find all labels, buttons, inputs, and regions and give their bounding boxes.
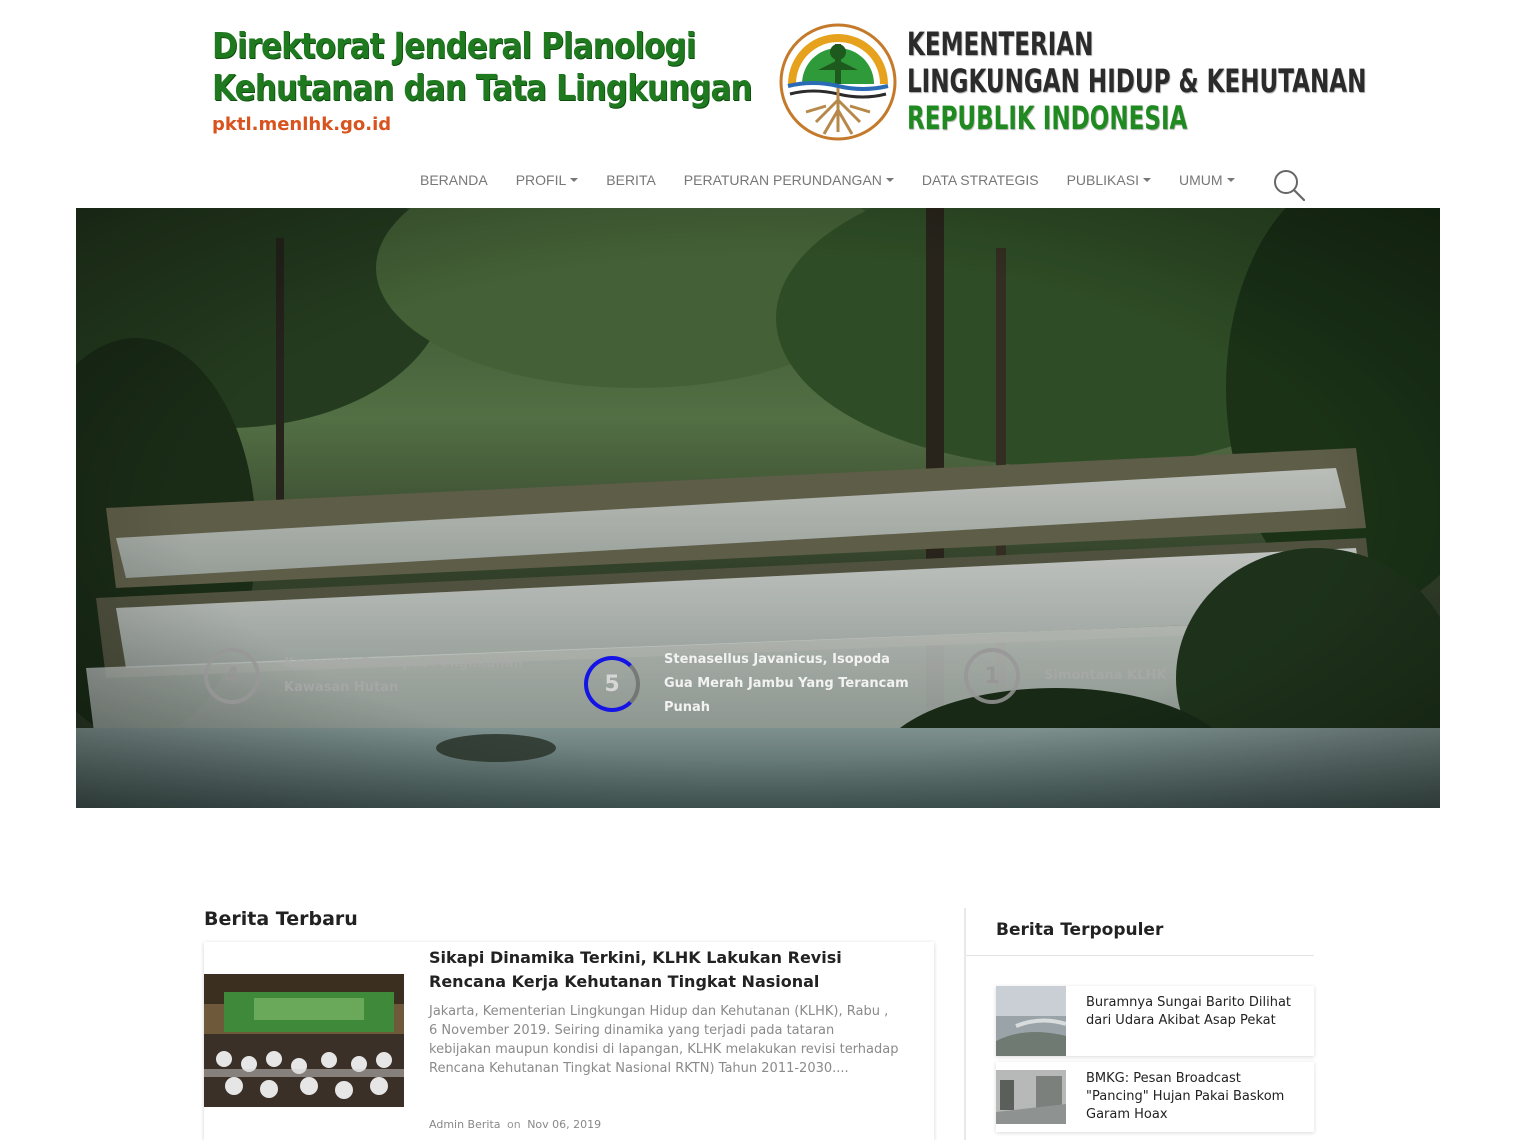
popular-item-title[interactable]: BMKG: Pesan Broadcast "Pancing" Hujan Pa…: [1086, 1070, 1301, 1124]
directorate-url: pktl.menlhk.go.id: [212, 114, 392, 135]
caret-down-icon: [1142, 178, 1151, 182]
hero-slider[interactable]: 4 Kemenlhk Percepat Pengukuhan Kawasan H…: [76, 208, 1440, 808]
nav-item-data-strategis[interactable]: DATA STRATEGIS: [908, 168, 1053, 192]
news-meta: Admin Berita on Nov 06, 2019: [429, 1118, 601, 1131]
nav-item-label: BERANDA: [420, 172, 488, 188]
news-excerpt: Jakarta, Kementerian Lingkungan Hidup da…: [429, 1004, 899, 1076]
slider-item-1[interactable]: 4 Kemenlhk Percepat Pengukuhan Kawasan H…: [204, 648, 534, 704]
latest-news-heading: Berita Terbaru: [204, 908, 358, 930]
directorate-logo[interactable]: Direktorat Jenderal Planologi Kehutanan …: [212, 26, 753, 135]
popular-divider: [966, 955, 1314, 956]
klhk-emblem-icon: [779, 23, 897, 141]
slider-item-3[interactable]: 1 Simontana KLHK: [964, 648, 1294, 704]
popular-news-heading: Berita Terpopuler: [996, 920, 1164, 940]
slide-title: Kemenlhk Percepat Pengukuhan Kawasan Hut…: [284, 656, 523, 695]
ministry-line3: REPUBLIK INDONESIA: [907, 99, 1188, 137]
slide-title: Simontana KLHK: [1044, 668, 1167, 683]
ministry-line1: KEMENTERIAN: [907, 25, 1094, 63]
popular-thumbnail-image[interactable]: [996, 1062, 1066, 1132]
search-icon[interactable]: [1272, 168, 1306, 202]
slide-number: 4: [204, 648, 260, 704]
nav-item-label: BERITA: [606, 172, 656, 188]
news-date: Nov 06, 2019: [527, 1118, 602, 1131]
popular-item[interactable]: Buramnya Sungai Barito Dilihat dari Udar…: [996, 986, 1314, 1056]
nav-menu: BERANDA PROFIL BERITA PERATURAN PERUNDAN…: [406, 168, 1249, 192]
popular-item[interactable]: BMKG: Pesan Broadcast "Pancing" Hujan Pa…: [996, 1062, 1314, 1132]
nav-item-label: UMUM: [1178, 172, 1223, 188]
news-author[interactable]: Admin Berita: [429, 1118, 501, 1131]
nav-item-label: PUBLIKASI: [1066, 172, 1139, 188]
nav-item-label: DATA STRATEGIS: [921, 172, 1039, 188]
caret-down-icon: [1226, 178, 1235, 182]
main-nav: BERANDA PROFIL BERITA PERATURAN PERUNDAN…: [0, 160, 1536, 202]
directorate-title-line1: Direktorat Jenderal Planologi: [212, 26, 696, 67]
popular-item-title[interactable]: Buramnya Sungai Barito Dilihat dari Udar…: [1086, 994, 1301, 1030]
news-meta-on: on: [507, 1118, 521, 1131]
nav-item-label: PROFIL: [515, 172, 567, 188]
nav-item-beranda[interactable]: BERANDA: [406, 168, 502, 192]
nav-item-umum[interactable]: UMUM: [1165, 168, 1249, 192]
slider-item-2[interactable]: 5 Stenasellus Javanicus, Isopoda Gua Mer…: [584, 648, 914, 720]
directorate-title-line2: Kehutanan dan Tata Lingkungan: [212, 68, 753, 109]
slide-number: 5: [584, 656, 640, 712]
news-card[interactable]: Sikapi Dinamika Terkini, KLHK Lakukan Re…: [204, 942, 934, 1140]
nav-item-publikasi[interactable]: PUBLIKASI: [1053, 168, 1165, 192]
caret-down-icon: [885, 178, 894, 182]
caret-down-icon: [570, 178, 579, 182]
slide-number: 1: [964, 648, 1020, 704]
nav-item-label: PERATURAN PERUNDANGAN: [683, 172, 882, 188]
ministry-line2: LINGKUNGAN HIDUP & KEHUTANAN: [907, 62, 1367, 100]
sidebar-divider: [964, 908, 966, 1140]
news-thumbnail-image[interactable]: [204, 974, 404, 1107]
nav-item-peraturan-perundangan[interactable]: PERATURAN PERUNDANGAN: [670, 168, 908, 192]
slide-title: Stenasellus Javanicus, Isopoda Gua Merah…: [664, 652, 909, 715]
nav-item-profil[interactable]: PROFIL: [502, 168, 593, 192]
ministry-title: KEMENTERIAN LINGKUNGAN HIDUP & KEHUTANAN…: [907, 25, 1367, 137]
news-title[interactable]: Sikapi Dinamika Terkini, KLHK Lakukan Re…: [429, 946, 899, 994]
site-header: Direktorat Jenderal Planologi Kehutanan …: [0, 0, 1536, 160]
popular-thumbnail-image[interactable]: [996, 986, 1066, 1056]
nav-item-berita[interactable]: BERITA: [592, 168, 670, 192]
